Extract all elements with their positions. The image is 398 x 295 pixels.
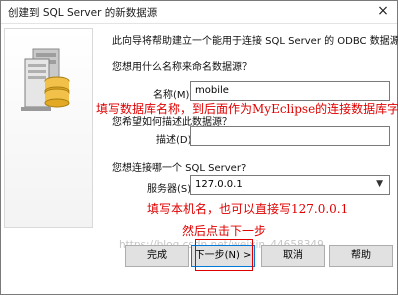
next-button-highlight [195, 239, 253, 271]
chevron-down-icon[interactable]: ▼ [376, 179, 383, 189]
new-data-source-dialog: 创建到 SQL Server 的新数据源 × 此向导将帮助建立一个能用于连接 S… [0, 0, 398, 295]
server-label: 服务器(S): [147, 184, 195, 195]
server-select-value: 127.0.0.1 [195, 179, 243, 190]
cancel-button[interactable]: 取消 [261, 245, 325, 267]
window-title: 创建到 SQL Server 的新数据源 [8, 7, 158, 19]
annotation-server-note: 填写本机名，也可以直接写127.0.0.1 [147, 202, 349, 216]
intro-text: 此向导将帮助建立一个能用于连接 SQL Server 的 ODBC 数据源。 [112, 36, 398, 47]
help-button[interactable]: 帮助 [329, 245, 393, 267]
server-prompt: 您想连接哪一个 SQL Server? [112, 163, 247, 174]
wizard-illustration-panel [4, 28, 93, 228]
description-field[interactable] [190, 126, 390, 146]
close-icon[interactable]: × [375, 3, 391, 19]
name-field[interactable]: mobile [190, 81, 390, 101]
server-select[interactable]: 127.0.0.1 ▼ [190, 175, 390, 195]
name-prompt: 您想用什么名称来命名数据源？ [112, 62, 252, 73]
server-database-icon [21, 48, 70, 111]
name-label: 名称(M): [153, 90, 193, 101]
title-bar: 创建到 SQL Server 的新数据源 × [1, 1, 397, 24]
annotation-next-note: 然后点击下一步 [182, 224, 267, 238]
finish-button[interactable]: 完成 [125, 245, 189, 267]
